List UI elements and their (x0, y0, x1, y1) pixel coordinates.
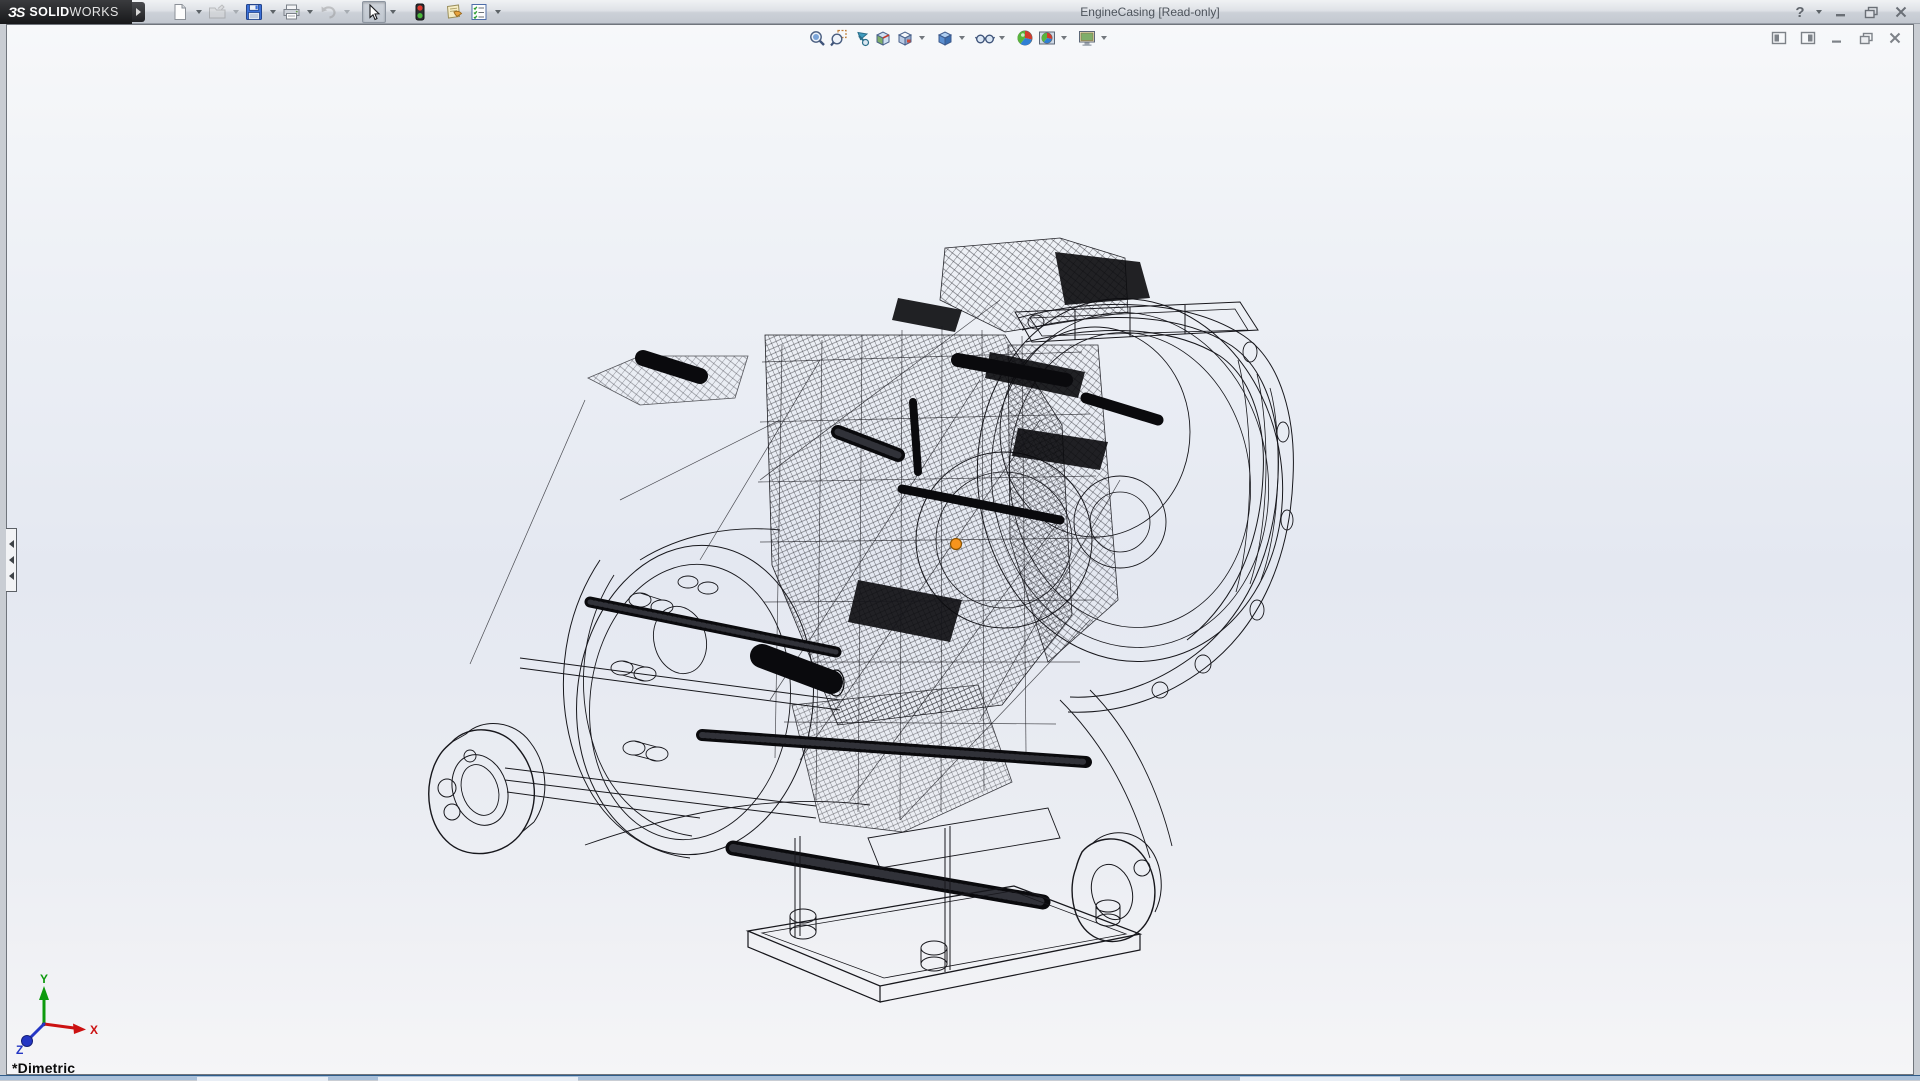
document-restore-button[interactable] (1855, 29, 1877, 47)
open-folder-icon (208, 3, 227, 21)
title-bar[interactable]: ЗS SOLIDWORKS (0, 0, 1920, 24)
view-orientation-icon (896, 29, 914, 47)
help-dropdown[interactable] (1813, 1, 1824, 23)
minimize-button[interactable] (1828, 2, 1854, 22)
ds-logo-mark: ЗS (8, 4, 24, 20)
apply-scene-dropdown[interactable] (1058, 27, 1070, 49)
window-title: EngineCasing [Read-only] (1020, 0, 1280, 24)
minimize-icon (1834, 6, 1848, 18)
status-bar-segment (378, 1077, 578, 1081)
triad-x-label: X (90, 1023, 98, 1037)
document-window-controls (1768, 29, 1906, 47)
zoom-to-area-icon (830, 29, 848, 47)
rebuild-traffic-light-icon (414, 3, 426, 21)
help-button[interactable]: ? (1791, 2, 1809, 22)
options-checklist-icon (470, 3, 488, 21)
view-orientation-dropdown[interactable] (916, 27, 928, 49)
section-view-button[interactable] (872, 27, 894, 49)
undo-icon (319, 3, 338, 21)
save-dropdown[interactable] (267, 1, 278, 23)
close-icon (1894, 6, 1908, 18)
print-icon (282, 3, 301, 21)
heads-up-view-toolbar (806, 27, 1110, 49)
zoom-to-area-button[interactable] (828, 27, 850, 49)
open-button[interactable] (205, 1, 229, 23)
document-minimize-icon (1830, 32, 1844, 44)
document-minimize-button[interactable] (1826, 29, 1848, 47)
view-settings-dropdown[interactable] (1098, 27, 1110, 49)
flyout-arrow-icon (136, 8, 141, 16)
file-properties-button[interactable] (442, 1, 466, 23)
pane-toggle-left-icon (1771, 31, 1787, 45)
feature-manager-collapsed-tab[interactable] (6, 528, 17, 592)
status-bar-segment (197, 1077, 328, 1081)
triad-z-label: Z (16, 1043, 23, 1057)
undo-button[interactable] (316, 1, 340, 23)
collapse-arrow-icon (9, 540, 14, 548)
solidworks-logo: ЗS SOLIDWORKS (0, 0, 132, 24)
zoom-to-fit-icon (808, 29, 826, 47)
restore-icon (1864, 6, 1879, 19)
reference-triad: Y X Z (16, 972, 98, 1057)
select-button[interactable] (362, 1, 386, 23)
previous-view-icon (852, 29, 870, 47)
pane-toggle-left-button[interactable] (1768, 29, 1790, 47)
collapse-arrow-icon (9, 556, 14, 564)
main-toolbar (168, 1, 503, 23)
display-style-button[interactable] (934, 27, 956, 49)
new-document-icon (171, 3, 189, 21)
view-settings-icon (1078, 29, 1096, 47)
view-orientation-button[interactable] (894, 27, 916, 49)
logo-text-works: WORKS (70, 5, 119, 19)
document-close-button[interactable] (1884, 29, 1906, 47)
print-dropdown[interactable] (304, 1, 315, 23)
options-dropdown[interactable] (492, 1, 503, 23)
hide-show-items-icon (975, 29, 995, 47)
view-settings-button[interactable] (1076, 27, 1098, 49)
select-dropdown[interactable] (387, 1, 398, 23)
display-style-icon (936, 29, 954, 47)
save-button[interactable] (242, 1, 266, 23)
select-cursor-icon (366, 4, 382, 21)
options-button[interactable] (467, 1, 491, 23)
triad-y-label: Y (40, 972, 48, 986)
zoom-to-fit-button[interactable] (806, 27, 828, 49)
assembly-origin-marker (951, 539, 962, 550)
file-properties-icon (445, 3, 464, 21)
display-style-dropdown[interactable] (956, 27, 968, 49)
section-view-icon (874, 29, 892, 47)
previous-view-button[interactable] (850, 27, 872, 49)
logo-text-solid: SOLID (29, 5, 69, 19)
collapse-arrow-icon (9, 572, 14, 580)
edit-appearance-icon (1016, 29, 1034, 47)
save-icon (245, 3, 263, 21)
hide-show-items-dropdown[interactable] (996, 27, 1008, 49)
hide-show-items-button[interactable] (974, 27, 996, 49)
window-controls: ? (1791, 0, 1914, 24)
edit-appearance-button[interactable] (1014, 27, 1036, 49)
print-button[interactable] (279, 1, 303, 23)
pane-toggle-right-button[interactable] (1797, 29, 1819, 47)
new-document-dropdown[interactable] (193, 1, 204, 23)
new-document-button[interactable] (168, 1, 192, 23)
document-close-icon (1888, 32, 1902, 44)
undo-dropdown[interactable] (341, 1, 352, 23)
view-orientation-label: *Dimetric (12, 1060, 75, 1076)
rebuild-button[interactable] (408, 1, 432, 23)
restore-button[interactable] (1858, 2, 1884, 22)
document-restore-icon (1859, 32, 1874, 45)
apply-scene-button[interactable] (1036, 27, 1058, 49)
base-plate (748, 808, 1140, 1002)
open-dropdown[interactable] (230, 1, 241, 23)
left-bracket (429, 724, 545, 854)
model-canvas[interactable]: Y X Z (0, 0, 1920, 1080)
menu-flyout-button[interactable] (132, 2, 145, 22)
close-button[interactable] (1888, 2, 1914, 22)
status-bar-segment (1240, 1077, 1400, 1081)
apply-scene-icon (1038, 29, 1056, 47)
pane-toggle-right-icon (1800, 31, 1816, 45)
status-bar-sliver (0, 1075, 1920, 1080)
wireframe-model (429, 238, 1306, 1002)
